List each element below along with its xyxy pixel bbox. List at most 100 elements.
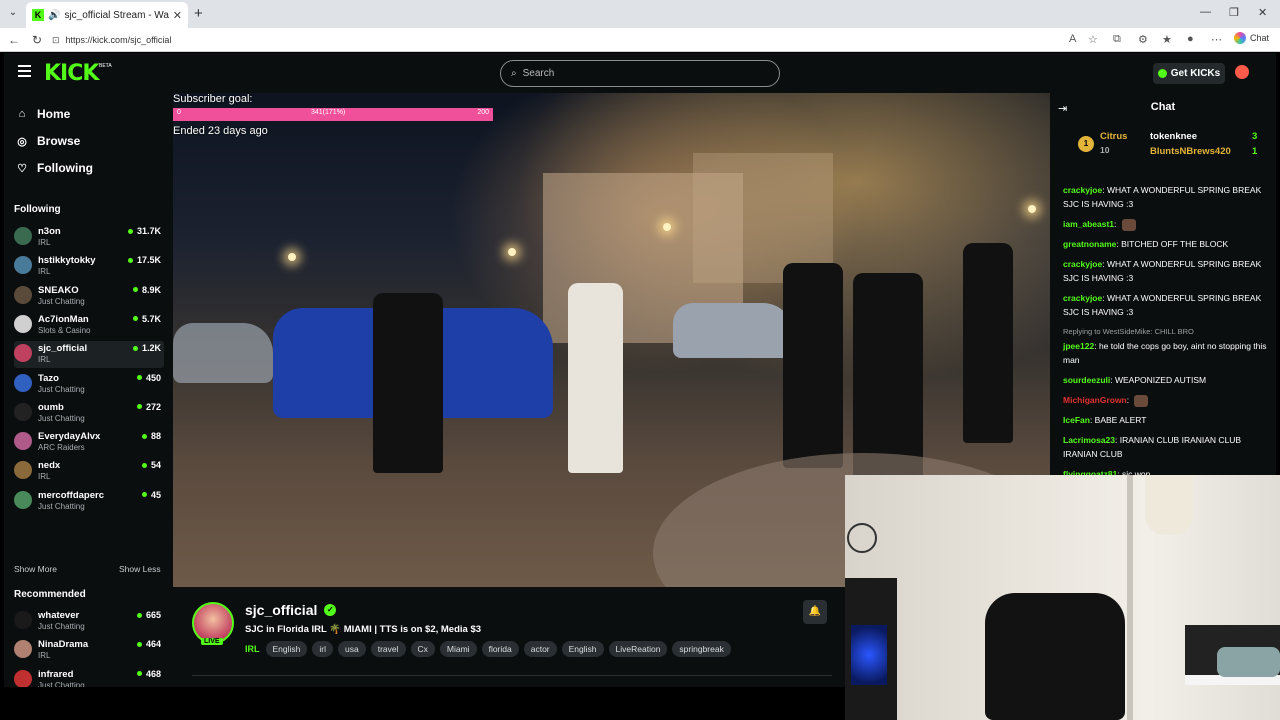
top-gifter-3[interactable]: BluntsNBrews420 [1150, 146, 1231, 157]
chat-message[interactable]: crackyjoe: WHAT A WONDERFUL SPRING BREAK… [1063, 183, 1268, 211]
chat-username[interactable]: greatnoname [1063, 239, 1116, 249]
top-gifter-1[interactable]: Citrus [1100, 131, 1127, 142]
get-kicks-button[interactable]: Get KICKs [1153, 63, 1225, 84]
viewer-count-value: 45 [150, 489, 161, 500]
chat-message[interactable]: IceFan: BABE ALERT [1063, 413, 1268, 427]
chat-username[interactable]: sourdeezuli [1063, 375, 1110, 385]
chat-message[interactable]: Lacrimosa23: IRANIAN CLUB IRANIAN CLUB I… [1063, 433, 1268, 461]
tab-close-icon[interactable]: ✕ [173, 9, 182, 22]
channel-item[interactable]: infrared Just Chatting 468 [14, 667, 164, 687]
chat-username[interactable]: crackyjoe [1063, 185, 1102, 195]
more-menu-icon[interactable]: ⋯ [1211, 33, 1222, 46]
channel-category: Just Chatting [38, 622, 85, 631]
restore-icon[interactable]: ❐ [1229, 6, 1239, 19]
notification-bell-icon[interactable]: 🔔 [803, 600, 827, 624]
channel-item[interactable]: oumb Just Chatting 272 [14, 400, 164, 427]
nav-following[interactable]: ♡ Following [15, 161, 93, 175]
extensions-icon[interactable]: ⧉ [1113, 33, 1121, 46]
channel-item[interactable]: sjc_official IRL 1.2K [14, 341, 164, 369]
channel-item[interactable]: Ac7ionMan Slots & Casino 5.7K [14, 312, 164, 339]
chat-username[interactable]: crackyjoe [1063, 293, 1102, 303]
viewer-count: 31.7K [127, 226, 161, 236]
speaker-icon[interactable]: 🔊 [48, 10, 60, 21]
channel-item[interactable]: NinaDrama IRL 464 [14, 637, 164, 664]
stream-tag[interactable]: travel [370, 641, 406, 657]
channel-item[interactable]: EverydayAlvx ARC Raiders 88 [14, 429, 164, 456]
user-avatar-icon[interactable] [1235, 65, 1249, 79]
stream-tag[interactable]: English [265, 641, 308, 657]
browser-tab[interactable]: K 🔊 sjc_official Stream - Watch Liv ✕ [26, 2, 188, 28]
url-field[interactable]: ⊡ https://kick.com/sjc_official [52, 31, 1062, 49]
show-less-button[interactable]: Show Less [119, 564, 161, 574]
chat-message[interactable]: iam_abeast1: [1063, 217, 1268, 231]
stream-tag[interactable]: Miami [439, 641, 477, 657]
kick-logo[interactable]: KICK [44, 61, 99, 86]
webcam-pc-glow [851, 625, 887, 685]
live-dot-icon [127, 228, 133, 234]
nav-browse[interactable]: ◎ Browse [15, 134, 80, 148]
nav-home[interactable]: ⌂ Home [15, 107, 71, 121]
chat-message[interactable]: crackyjoe: WHAT A WONDERFUL SPRING BREAK… [1063, 257, 1268, 285]
chat-text: WEAPONIZED AUTISM [1114, 375, 1207, 385]
stream-tag[interactable]: English [561, 641, 604, 657]
stream-tag[interactable]: Cx [410, 641, 435, 657]
search-icon: ⌕ [511, 68, 517, 79]
verified-check-icon: ✓ [324, 604, 337, 616]
chat-username[interactable]: MichiganGrown [1063, 395, 1127, 405]
channel-item[interactable]: Tazo Just Chatting 450 [14, 371, 164, 398]
viewer-count-value: 665 [145, 610, 161, 620]
site-info-icon[interactable]: ⊡ [52, 35, 60, 46]
channel-item[interactable]: whatever Just Chatting 665 [14, 608, 164, 635]
puzzle-icon[interactable]: ⚙ [1138, 33, 1148, 46]
show-more-button[interactable]: Show More [14, 564, 57, 574]
stream-tag[interactable]: LiveReation [608, 641, 668, 657]
back-arrow-icon[interactable]: ← [8, 33, 20, 47]
chat-message[interactable]: MichiganGrown: [1063, 393, 1268, 407]
read-aloud-icon[interactable]: A [1069, 33, 1076, 45]
chat-messages[interactable]: crackyjoe: WHAT A WONDERFUL SPRING BREAK… [1063, 183, 1268, 487]
stream-tag[interactable]: usa [338, 641, 366, 657]
new-tab-plus-icon[interactable]: + [194, 5, 203, 22]
chat-username[interactable]: IceFan [1063, 415, 1090, 425]
streamer-name[interactable]: sjc_official [245, 602, 317, 618]
favorite-star-icon[interactable]: ☆ [1088, 33, 1098, 46]
chat-message[interactable]: crackyjoe: WHAT A WONDERFUL SPRING BREAK… [1063, 291, 1268, 319]
channel-category: IRL [38, 472, 51, 482]
top-gifter-2[interactable]: tokenknee [1150, 131, 1197, 142]
video-car-silver [673, 303, 793, 358]
video-person [568, 283, 623, 473]
stream-tag[interactable]: florida [481, 641, 519, 657]
hamburger-menu-icon[interactable] [18, 65, 31, 77]
stream-tag[interactable]: actor [523, 641, 557, 657]
profile-avatar-icon[interactable]: ● [1187, 33, 1194, 45]
stream-category[interactable]: IRL [245, 644, 260, 654]
chat-message[interactable]: Replying to WestSideMike: CHILL BRO jpee1… [1063, 325, 1268, 367]
chat-username[interactable]: Lacrimosa23 [1063, 435, 1115, 445]
minimize-icon[interactable]: — [1200, 6, 1211, 18]
chat-message[interactable]: sourdeezuli: WEAPONIZED AUTISM [1063, 373, 1268, 387]
stream-tag[interactable]: irl [312, 641, 333, 657]
chat-message[interactable]: greatnoname: BITCHED OFF THE BLOCK [1063, 237, 1268, 251]
window-close-icon[interactable]: ✕ [1258, 6, 1267, 19]
tab-title: sjc_official Stream - Watch Liv [64, 9, 169, 21]
channel-item[interactable]: mercoffdaperc Just Chatting 45 [14, 488, 164, 515]
channel-item[interactable]: SNEAKO Just Chatting 8.9K [14, 283, 164, 310]
viewer-count: 17.5K [127, 255, 161, 265]
copilot-chat-button[interactable]: Chat [1234, 32, 1269, 44]
viewer-count: 272 [136, 402, 161, 412]
recommended-section-title: Recommended [14, 589, 86, 600]
channel-item[interactable]: hstikkytokky IRL 17.5K [14, 253, 164, 280]
channel-item[interactable]: nedx IRL 54 [14, 458, 164, 485]
viewer-count: 54 [141, 460, 161, 470]
get-kicks-label: Get KICKs [1170, 68, 1221, 79]
chat-username[interactable]: jpee122 [1063, 341, 1094, 351]
tab-list-chevron-icon[interactable]: ⌄ [6, 6, 20, 20]
stream-tag[interactable]: springbreak [672, 641, 731, 657]
favorites-icon[interactable]: ★ [1162, 33, 1172, 46]
channel-avatar [14, 432, 32, 451]
channel-item[interactable]: n3on IRL 31.7K [14, 224, 164, 251]
search-input[interactable]: ⌕ Search [500, 60, 780, 87]
chat-username[interactable]: crackyjoe [1063, 259, 1102, 269]
chat-username[interactable]: iam_abeast1 [1063, 219, 1114, 229]
reload-icon[interactable]: ↻ [32, 33, 42, 47]
